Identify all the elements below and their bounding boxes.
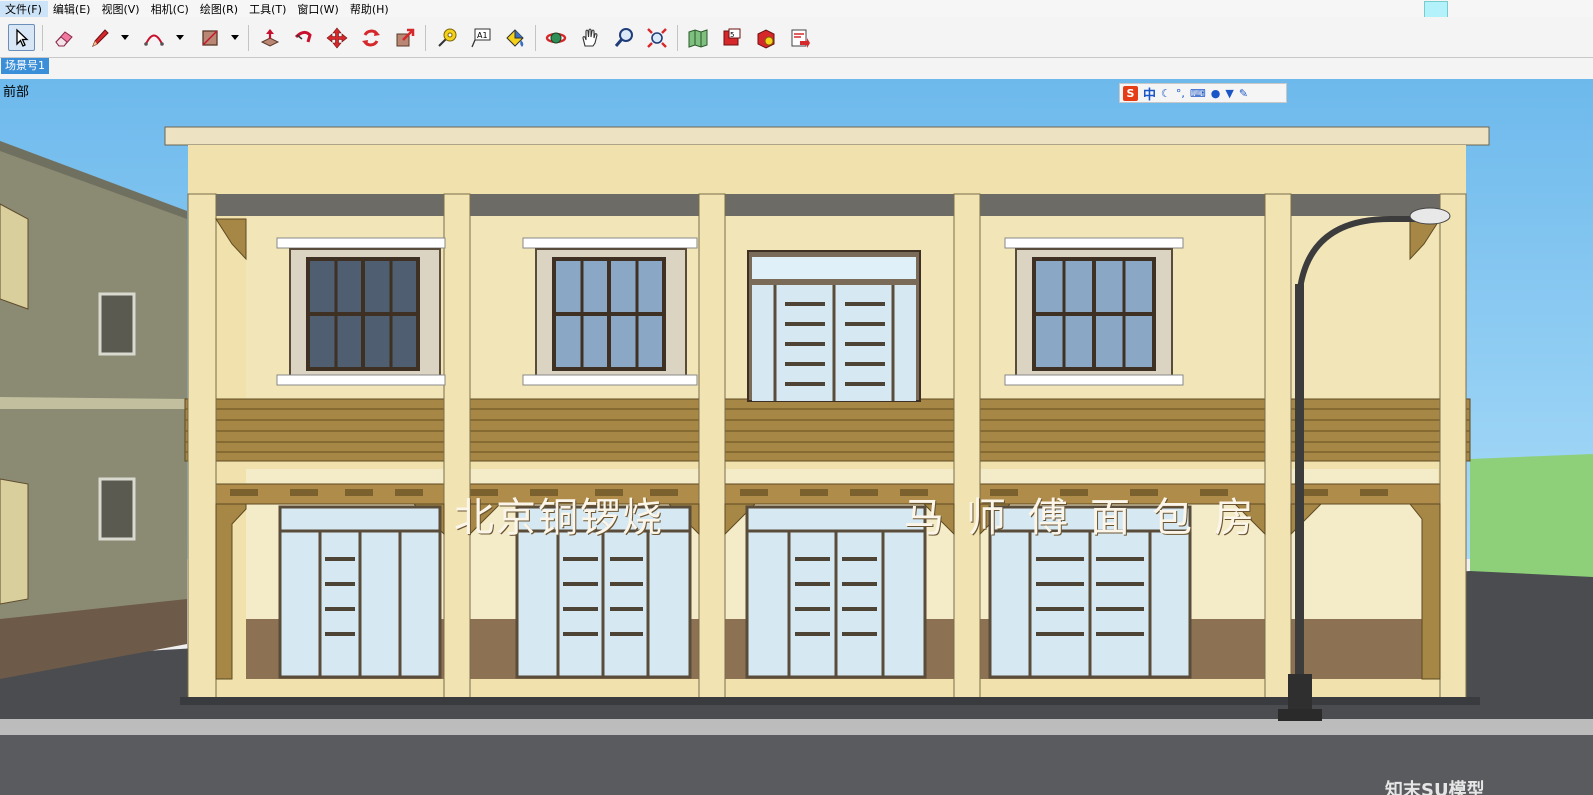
- arrow-cursor-icon: [15, 27, 29, 47]
- zoom-extents-icon: [646, 27, 667, 48]
- paint-bucket-tool-button[interactable]: [501, 24, 528, 51]
- menu-view[interactable]: 视图(V): [96, 1, 145, 17]
- toolbar-separator: [677, 25, 678, 51]
- move-tool-button[interactable]: [323, 24, 350, 51]
- pencil-icon: [91, 28, 109, 47]
- menu-draw[interactable]: 绘图(R): [195, 1, 244, 17]
- follow-me-icon: [294, 30, 312, 42]
- menu-window[interactable]: 窗口(W): [292, 1, 344, 17]
- share-model-icon: 5: [723, 28, 740, 45]
- select-tool-button[interactable]: [8, 24, 35, 51]
- layout-send-icon: [791, 29, 810, 48]
- scale-icon: [396, 28, 414, 46]
- warehouse-box-icon: [757, 28, 774, 49]
- move-arrows-icon: [326, 27, 347, 48]
- share-model-tool-button[interactable]: 5: [718, 24, 745, 51]
- text-tool-button[interactable]: A1: [467, 24, 494, 51]
- scene-tab[interactable]: 场景号1: [1, 58, 49, 74]
- neighbor-building: [0, 141, 187, 679]
- pencil-line-tool-button[interactable]: [86, 24, 113, 51]
- shop-sign-right: 马师傅面包房: [904, 495, 1276, 541]
- menu-edit[interactable]: 编辑(E): [48, 1, 97, 17]
- toolbar-separator: [535, 25, 536, 51]
- toolbar-separator: [42, 25, 43, 51]
- sogou-logo-icon: S: [1123, 85, 1138, 101]
- magnifier-icon: [614, 27, 633, 47]
- skin-shirt-icon[interactable]: ▼: [1225, 87, 1233, 100]
- tape-measure-icon: [437, 28, 456, 47]
- rectangle-tool-button[interactable]: [196, 24, 223, 51]
- rotate-tool-button[interactable]: [357, 24, 384, 51]
- toolbar-separator: [425, 25, 426, 51]
- zoom-tool-button[interactable]: [610, 24, 637, 51]
- toolbar-separator: [248, 25, 249, 51]
- push-pull-icon: [260, 28, 279, 47]
- keyboard-icon[interactable]: ⌨: [1190, 87, 1206, 100]
- menu-tools[interactable]: 工具(T): [244, 1, 292, 17]
- send-to-layout-tool-button[interactable]: [786, 24, 813, 51]
- curb: [0, 719, 1593, 735]
- eraser-icon: [54, 30, 73, 46]
- caret-down-icon: [176, 35, 184, 40]
- paint-bucket-icon: [505, 28, 524, 47]
- arc-tool-dropdown[interactable]: [174, 31, 186, 43]
- ime-mode-label[interactable]: 中: [1143, 84, 1156, 103]
- arc-icon: [143, 34, 164, 46]
- menu-camera[interactable]: 相机(C): [146, 1, 195, 17]
- eraser-tool-button[interactable]: [50, 24, 77, 51]
- pan-tool-button[interactable]: [576, 24, 603, 51]
- ground-grass: [1470, 454, 1593, 584]
- view-label: 前部: [3, 85, 30, 100]
- svg-text:5: 5: [730, 31, 734, 39]
- scale-tool-button[interactable]: [391, 24, 418, 51]
- shop-sign-left: 北京铜锣烧: [454, 495, 664, 541]
- main-toolbar: A1 5: [0, 17, 1593, 58]
- menu-bar: 文件(F) 编辑(E) 视图(V) 相机(C) 绘图(R) 工具(T) 窗口(W…: [0, 0, 1593, 17]
- 3d-warehouse-tool-button[interactable]: [684, 24, 711, 51]
- moon-icon[interactable]: ☾: [1161, 87, 1171, 100]
- shape-tool-dropdown[interactable]: [229, 31, 241, 43]
- model-viewport[interactable]: 北京铜锣烧 马师傅面包房 前部 S 中 ☾ °, ⌨ ● ▼ ✎ 知末SU模型 …: [0, 79, 1593, 795]
- zoom-extents-tool-button[interactable]: [643, 24, 670, 51]
- map-icon: [688, 28, 707, 48]
- text-label-icon: A1: [470, 28, 490, 47]
- watermark-brand: 知末SU模型: [1385, 780, 1485, 795]
- caret-down-icon: [121, 35, 129, 40]
- orbit-icon: [545, 32, 566, 43]
- road: [0, 735, 1593, 795]
- menu-file[interactable]: 文件(F): [0, 0, 48, 17]
- get-models-tool-button[interactable]: [752, 24, 779, 51]
- arc-tool-button[interactable]: [140, 24, 167, 51]
- user-icon[interactable]: ●: [1211, 87, 1221, 100]
- main-building: [164, 126, 1490, 705]
- hand-icon: [581, 27, 598, 47]
- scene-tabs-bar: 场景号1: [0, 58, 1593, 79]
- follow-me-tool-button[interactable]: [290, 24, 317, 51]
- rectangle-icon: [201, 29, 218, 46]
- svg-text:A1: A1: [477, 31, 488, 40]
- settings-wrench-icon[interactable]: ✎: [1239, 87, 1248, 100]
- model-render: [0, 79, 1593, 795]
- menu-help[interactable]: 帮助(H): [345, 1, 395, 17]
- punctuation-icon[interactable]: °,: [1176, 87, 1185, 100]
- orbit-tool-button[interactable]: [542, 24, 569, 51]
- rotate-icon: [361, 29, 380, 46]
- line-tool-dropdown[interactable]: [119, 31, 131, 43]
- caret-down-icon: [231, 35, 239, 40]
- tape-measure-tool-button[interactable]: [433, 24, 460, 51]
- ime-status-bar[interactable]: S 中 ☾ °, ⌨ ● ▼ ✎: [1119, 83, 1287, 103]
- push-pull-tool-button[interactable]: [256, 24, 283, 51]
